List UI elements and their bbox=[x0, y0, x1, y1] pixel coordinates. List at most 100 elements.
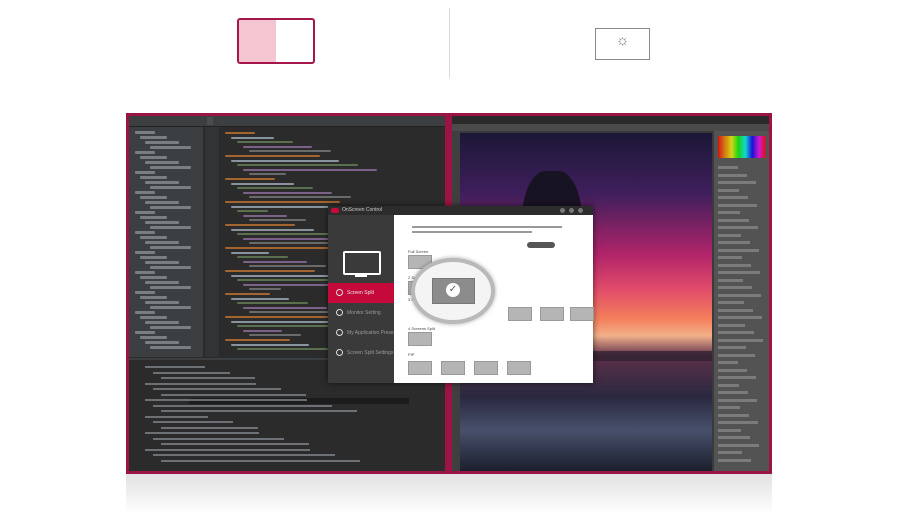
tree-row[interactable] bbox=[135, 251, 155, 254]
panel-row[interactable] bbox=[718, 406, 740, 409]
panel-row[interactable] bbox=[718, 301, 744, 304]
tree-row[interactable] bbox=[135, 291, 155, 294]
panel-row[interactable] bbox=[718, 286, 752, 289]
panel-row[interactable] bbox=[718, 391, 748, 394]
tree-row[interactable] bbox=[135, 171, 155, 174]
panel-row[interactable] bbox=[718, 346, 746, 349]
tree-row[interactable] bbox=[145, 161, 179, 164]
panel-row[interactable] bbox=[718, 218, 749, 222]
tree-row[interactable] bbox=[145, 201, 179, 204]
panel-row[interactable] bbox=[718, 196, 748, 199]
tree-row[interactable] bbox=[145, 281, 179, 284]
panel-row[interactable] bbox=[718, 376, 756, 379]
tree-row[interactable] bbox=[150, 186, 191, 189]
panel-row[interactable] bbox=[718, 248, 759, 252]
tree-row[interactable] bbox=[145, 341, 179, 344]
menu-split-settings[interactable]: Screen Split Settings bbox=[328, 343, 394, 363]
layout-button[interactable] bbox=[527, 242, 555, 248]
tree-row[interactable] bbox=[140, 156, 167, 159]
panel-row[interactable] bbox=[718, 316, 762, 319]
panel-row[interactable] bbox=[718, 361, 738, 364]
panel-row[interactable] bbox=[718, 443, 759, 447]
tree-row[interactable] bbox=[135, 131, 155, 134]
panel-row[interactable] bbox=[718, 188, 739, 192]
menu-monitor-setting[interactable]: Monitor Setting bbox=[328, 303, 394, 323]
ide-tab[interactable] bbox=[311, 117, 317, 125]
panel-row[interactable] bbox=[718, 256, 742, 259]
panel-row[interactable] bbox=[718, 398, 757, 402]
tree-row[interactable] bbox=[140, 196, 167, 199]
tree-row[interactable] bbox=[135, 211, 155, 214]
tree-row[interactable] bbox=[135, 271, 155, 274]
tree-row[interactable] bbox=[150, 226, 191, 229]
tree-row[interactable] bbox=[135, 231, 155, 234]
panel-row[interactable] bbox=[718, 428, 741, 432]
panel-row[interactable] bbox=[718, 271, 760, 274]
tree-row[interactable] bbox=[140, 176, 167, 179]
panel-row[interactable] bbox=[718, 173, 747, 177]
tree-row[interactable] bbox=[145, 181, 179, 184]
layout-tile[interactable] bbox=[441, 361, 465, 375]
menu-app-preset[interactable]: My Application Preset bbox=[328, 323, 395, 343]
tree-row[interactable] bbox=[150, 306, 191, 309]
panel-row[interactable] bbox=[718, 263, 751, 267]
panel-row[interactable] bbox=[718, 226, 758, 229]
close-icon[interactable] bbox=[578, 208, 583, 213]
layout-tile[interactable] bbox=[540, 307, 564, 321]
layout-tile[interactable] bbox=[570, 307, 594, 321]
tree-row[interactable] bbox=[140, 316, 167, 319]
tree-row[interactable] bbox=[140, 216, 167, 219]
ide-tab[interactable] bbox=[277, 117, 283, 125]
tree-row[interactable] bbox=[150, 326, 191, 329]
tree-row[interactable] bbox=[150, 246, 191, 249]
menu-screen-split[interactable]: Screen Split bbox=[328, 283, 394, 303]
panel-row[interactable] bbox=[718, 353, 755, 357]
panel-row[interactable] bbox=[718, 293, 761, 297]
layout-tile[interactable] bbox=[508, 307, 532, 321]
tree-row[interactable] bbox=[140, 236, 167, 239]
panel-row[interactable] bbox=[718, 323, 745, 327]
panel-row[interactable] bbox=[718, 458, 751, 462]
panel-row[interactable] bbox=[718, 383, 739, 387]
panel-row[interactable] bbox=[718, 241, 750, 244]
tree-row[interactable] bbox=[150, 346, 191, 349]
tree-row[interactable] bbox=[150, 146, 191, 149]
tree-row[interactable] bbox=[140, 276, 167, 279]
layout-tile[interactable] bbox=[408, 332, 432, 346]
tree-row[interactable] bbox=[145, 321, 179, 324]
panel-row[interactable] bbox=[718, 308, 753, 312]
tree-row[interactable] bbox=[145, 141, 179, 144]
tree-row[interactable] bbox=[150, 166, 191, 169]
tree-row[interactable] bbox=[135, 191, 155, 194]
tree-row[interactable] bbox=[140, 336, 167, 339]
tree-row[interactable] bbox=[150, 206, 191, 209]
tree-row[interactable] bbox=[135, 311, 155, 314]
tree-row[interactable] bbox=[140, 256, 167, 259]
tree-row[interactable] bbox=[145, 241, 179, 244]
panel-row[interactable] bbox=[718, 181, 756, 184]
panel-row[interactable] bbox=[718, 166, 738, 169]
layout-tile[interactable] bbox=[507, 361, 531, 375]
tree-row[interactable] bbox=[145, 301, 179, 304]
tree-row[interactable] bbox=[145, 261, 179, 264]
help-icon[interactable] bbox=[560, 208, 565, 213]
panel-row[interactable] bbox=[718, 413, 749, 417]
tree-row[interactable] bbox=[150, 286, 191, 289]
tree-row[interactable] bbox=[135, 331, 155, 334]
panel-row[interactable] bbox=[718, 233, 741, 237]
panel-row[interactable] bbox=[718, 211, 740, 214]
tree-row[interactable] bbox=[135, 151, 155, 154]
screen-brightness-icon[interactable]: ☼ bbox=[595, 28, 650, 60]
panel-row[interactable] bbox=[718, 338, 763, 342]
panel-row[interactable] bbox=[718, 331, 754, 334]
layout-tile[interactable] bbox=[474, 361, 498, 375]
panel-row[interactable] bbox=[718, 203, 757, 207]
tree-row[interactable] bbox=[140, 136, 167, 139]
panel-row[interactable] bbox=[718, 451, 742, 454]
panel-row[interactable] bbox=[718, 436, 750, 439]
panel-row[interactable] bbox=[718, 421, 758, 424]
layout-tile[interactable] bbox=[408, 361, 432, 375]
tree-row[interactable] bbox=[150, 266, 191, 269]
tree-row[interactable] bbox=[140, 296, 167, 299]
panel-row[interactable] bbox=[718, 278, 743, 282]
